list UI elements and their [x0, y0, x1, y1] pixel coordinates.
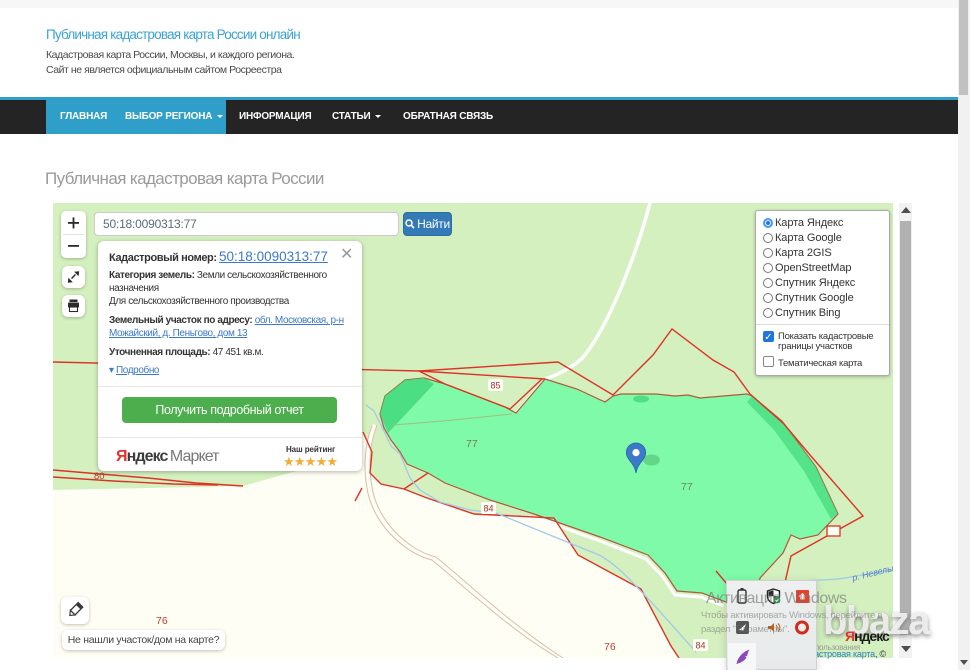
- svg-text:77: 77: [466, 438, 478, 450]
- svg-text:77: 77: [681, 481, 693, 493]
- svg-text:85: 85: [491, 381, 501, 391]
- svg-text:84: 84: [696, 641, 706, 651]
- svg-text:84: 84: [484, 504, 494, 514]
- svg-text:80: 80: [94, 471, 105, 482]
- svg-text:76: 76: [604, 641, 616, 653]
- svg-text:76: 76: [156, 615, 168, 627]
